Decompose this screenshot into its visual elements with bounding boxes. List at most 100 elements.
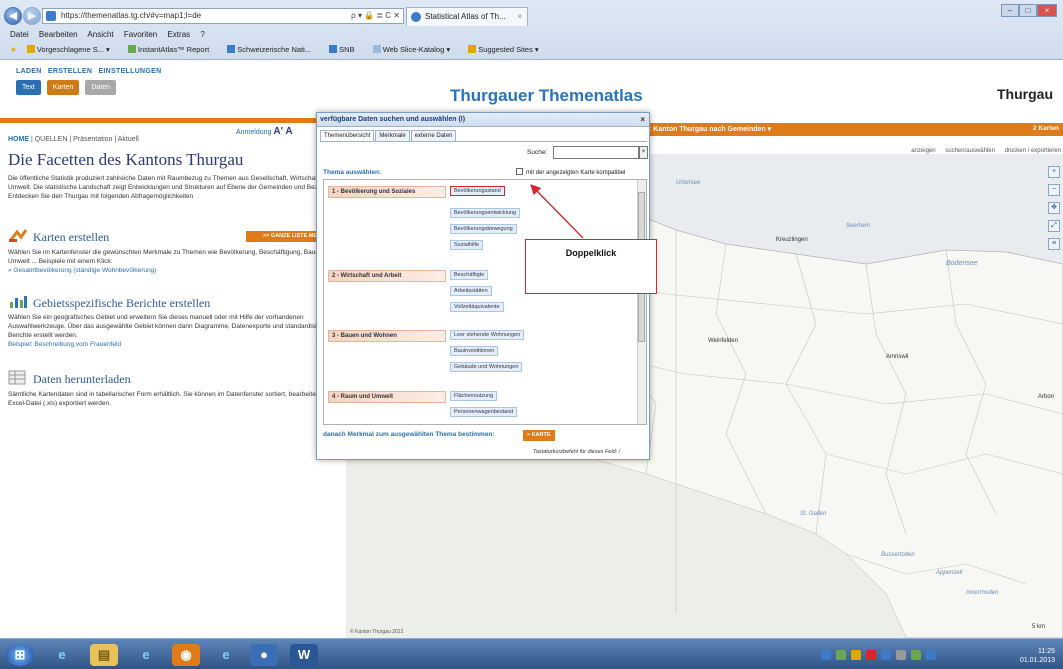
tray-icon[interactable]	[880, 650, 891, 660]
forward-icon[interactable]: ▶	[23, 7, 41, 25]
back-icon[interactable]: ◀	[4, 7, 22, 25]
dialog-title: verfügbare Daten suchen und auswählen (I…	[320, 116, 466, 123]
tab-merkmale[interactable]: Merkmale	[375, 130, 410, 141]
fullscreen-icon[interactable]: ⤢	[1048, 220, 1060, 232]
merkmal-bevoelkerungsentwicklung[interactable]: Bevölkerungsentwicklung	[450, 208, 521, 218]
map-count-label[interactable]: 2 Karten	[1033, 125, 1059, 132]
theme-list[interactable]: 1 - Bevölkerung und Soziales Bevölkerung…	[323, 179, 647, 425]
favorites-star-icon[interactable]: ★	[10, 45, 17, 54]
font-size-control[interactable]: A' A	[273, 126, 292, 137]
menu-item-favoriten[interactable]: Favoriten	[124, 30, 157, 39]
tray-icon[interactable]	[865, 650, 876, 660]
app-taskbar-icon[interactable]: ◉	[172, 644, 200, 666]
section-karten-link[interactable]: » Gesamtbevölkerung (ständige Wohnbevölk…	[8, 266, 342, 275]
left-accent-bar	[0, 118, 346, 123]
text-mode-button[interactable]: Text	[16, 80, 41, 95]
tab-externe-daten[interactable]: externe Daten	[410, 130, 457, 141]
merkmal-personenwagenbestand[interactable]: Personenwagenbestand	[450, 407, 518, 417]
merkmal-bevoelkerungsbewegung[interactable]: Bevölkerungsbewegung	[450, 224, 517, 234]
explorer-taskbar-icon[interactable]: ▤	[90, 644, 118, 666]
merkmal-arbeitsstaetten[interactable]: Arbeitsstätten	[450, 286, 492, 296]
menu-item-help[interactable]: ?	[200, 30, 204, 39]
app-title: Thurgauer Themenatlas	[450, 86, 643, 105]
maximize-button[interactable]: □	[1019, 4, 1037, 17]
favorite-item[interactable]: Suggested Sites ▾	[468, 45, 546, 54]
ie-active-taskbar-icon[interactable]: e	[212, 644, 240, 666]
menu-item-bearbeiten[interactable]: Bearbeiten	[39, 30, 78, 39]
ie-taskbar-icon[interactable]: e	[48, 644, 76, 666]
map-label-kreuzlingen: Kreuzlingen	[776, 237, 808, 243]
data-mode-button[interactable]: Daten	[85, 80, 117, 95]
start-button[interactable]: ⊞	[6, 644, 34, 666]
menu-item-extras[interactable]: Extras	[167, 30, 190, 39]
merkmal-vollzeitaequivalente[interactable]: Vollzeitäquivalente	[450, 302, 504, 312]
section-berichte-title[interactable]: Gebietsspezifische Berichte erstellen	[8, 294, 210, 311]
login-link[interactable]: Anmeldung	[236, 129, 271, 136]
pan-icon[interactable]: ✥	[1048, 202, 1060, 214]
merkmal-flaechennutzung[interactable]: Flächennutzung	[450, 391, 498, 401]
merkmal-leer-stehende-wohnungen[interactable]: Leer stehende Wohnungen	[450, 330, 525, 340]
map-mode-button[interactable]: Karten	[46, 80, 80, 95]
header-link-einstellungen[interactable]: EINSTELLUNGEN	[98, 68, 161, 75]
chrome-taskbar-icon[interactable]: ●	[250, 644, 278, 666]
minimize-button[interactable]: –	[1001, 4, 1019, 17]
header-link-erstellen[interactable]: ERSTELLEN	[48, 68, 92, 75]
merkmal-gebaeude-und-wohnungen[interactable]: Gebäude und Wohnungen	[450, 362, 523, 372]
tray-icon[interactable]	[910, 650, 921, 660]
to-map-button[interactable]: » KARTE	[523, 430, 555, 441]
theme-list-scrollbar[interactable]	[637, 180, 646, 424]
favorite-item[interactable]: Schweizerische Nati...	[227, 45, 319, 54]
merkmal-bauinvestitionen[interactable]: Bauinvestitionen	[450, 346, 499, 356]
section-download-title[interactable]: Daten herunterladen	[8, 370, 131, 387]
checkbox-icon[interactable]	[516, 168, 523, 175]
zoom-in-icon[interactable]: +	[1048, 166, 1060, 178]
search-input[interactable]	[553, 146, 639, 159]
theme-bauen[interactable]: 3 - Bauen und Wohnen	[328, 330, 446, 342]
ie-window-taskbar-icon[interactable]: e	[132, 644, 160, 666]
favorite-item[interactable]: Vorgeschlagene S... ▾	[26, 45, 118, 54]
merkmal-sozialhilfe[interactable]: Sozialhilfe	[450, 240, 484, 250]
favorite-item[interactable]: SNB	[329, 45, 362, 54]
clock[interactable]: 11:25 01.01.2013	[1020, 647, 1055, 665]
layers-icon[interactable]: ≡	[1048, 238, 1060, 250]
close-window-button[interactable]: ×	[1037, 4, 1057, 17]
tab-close-icon[interactable]: ×	[517, 8, 522, 26]
dialog-close-icon[interactable]: ×	[640, 113, 645, 127]
login-area: Anmeldung A' A	[236, 126, 293, 137]
keyboard-hint: Tastaturkurzbefehl für dieses Feld: /	[533, 449, 621, 455]
search-clear-icon[interactable]: ×	[639, 146, 648, 159]
menu-item-datei[interactable]: Datei	[10, 30, 29, 39]
tray-icon[interactable]	[895, 650, 906, 660]
breadcrumb-home[interactable]: HOME	[8, 136, 29, 143]
breadcrumb-praesentation[interactable]: Präsentation	[73, 136, 112, 143]
address-bar[interactable]: https://themenatlas.tg.ch/#v=map1;l=de ρ…	[42, 8, 404, 24]
favorite-item[interactable]: InstantAtlas™ Report	[127, 45, 217, 54]
browser-tab[interactable]: Statistical Atlas of Th... ×	[406, 7, 528, 26]
address-tools[interactable]: ρ ▾ 🔒 ≣ C ✕	[351, 9, 400, 23]
merkmal-beschaeftigte[interactable]: Beschäftigte	[450, 270, 489, 280]
map-title[interactable]: : Kanton Thurgau nach Gemeinden ▾	[649, 125, 771, 133]
theme-bevoelkerung[interactable]: 1 - Bevölkerung und Soziales	[328, 186, 446, 198]
theme-wirtschaft[interactable]: 2 - Wirtschaft und Arbeit	[328, 270, 446, 282]
tray-icon[interactable]	[821, 650, 831, 660]
tray-icon[interactable]	[925, 650, 936, 660]
favorite-item[interactable]: Web Slice-Katalog ▾	[372, 45, 458, 54]
section-berichte-link[interactable]: Beispiel: Beschreibung vom Frauenfeld	[8, 340, 342, 349]
map-label-untersee: Untersee	[676, 180, 701, 186]
annotation-text: Doppelklick	[565, 248, 617, 258]
zoom-out-icon[interactable]: −	[1048, 184, 1060, 196]
breadcrumb-aktuell[interactable]: Aktuell	[118, 136, 139, 143]
tray-icon[interactable]	[835, 650, 846, 660]
section-karten-title[interactable]: Karten erstellen	[8, 228, 109, 245]
annotation-callout: Doppelklick	[525, 239, 657, 294]
header-link-laden[interactable]: LADEN	[16, 68, 42, 75]
merkmal-bevoelkerungsstand[interactable]: Bevölkerungsstand	[450, 186, 505, 196]
tab-themenuebersicht[interactable]: Themenübersicht	[320, 130, 375, 141]
breadcrumb-quellen[interactable]: QUELLEN	[35, 136, 68, 143]
menu-item-ansicht[interactable]: Ansicht	[87, 30, 113, 39]
theme-raum[interactable]: 4 - Raum und Umwelt	[328, 391, 446, 403]
tray-icon[interactable]	[850, 650, 861, 660]
compat-checkbox[interactable]: mit der angezeigten Karte kompatibel	[516, 168, 625, 176]
word-taskbar-icon[interactable]: W	[290, 644, 318, 666]
map-side-tools: + − ✥ ⤢ ≡	[1048, 166, 1060, 256]
